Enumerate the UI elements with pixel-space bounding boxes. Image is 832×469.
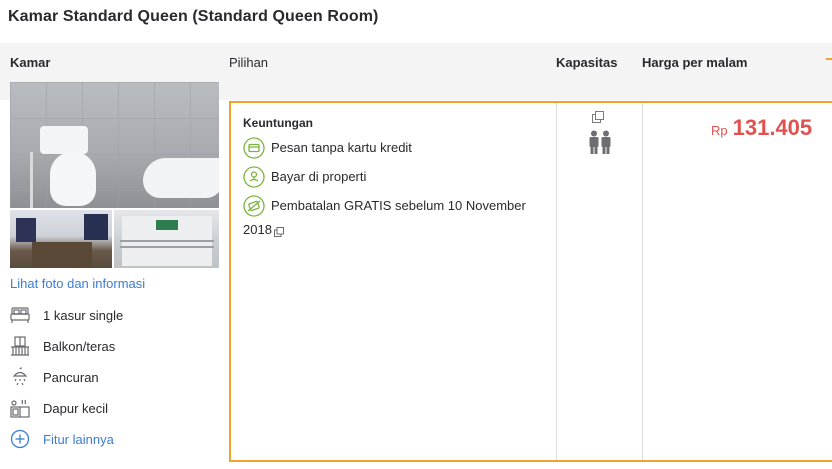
- external-link-icon[interactable]: [273, 225, 284, 237]
- room-option-card: [229, 101, 832, 462]
- balcony-icon: [10, 336, 30, 356]
- facility-kitchen: Dapur kecil: [10, 397, 108, 419]
- credit-card-icon: [243, 137, 265, 159]
- benefits-heading: Keuntungan: [243, 116, 313, 130]
- benefit-text: Bayar di properti: [271, 169, 367, 184]
- column-header-harga: Harga per malam: [642, 55, 748, 70]
- facility-shower: Pancuran: [10, 366, 99, 388]
- column-header-kamar: Kamar: [10, 55, 51, 70]
- price-amount: 131.405: [732, 115, 813, 140]
- facility-label: Pancuran: [43, 369, 99, 385]
- benefit-text: Pesan tanpa kartu kredit: [271, 140, 412, 155]
- price-per-night: Rp 131.405: [711, 115, 812, 141]
- benefit-text-continued[interactable]: 2018: [243, 222, 284, 237]
- benefit-pay-at-property: Bayar di properti: [243, 166, 366, 188]
- free-cancel-icon: [243, 195, 265, 217]
- bed-icon: [10, 305, 30, 325]
- benefit-text-year: 2018: [243, 222, 272, 237]
- shower-icon: [10, 367, 30, 387]
- benefit-text: Pembatalan GRATIS sebelum 10 November: [271, 198, 526, 213]
- facility-label: 1 kasur single: [43, 307, 124, 323]
- column-header-pilihan: Pilihan: [229, 55, 269, 70]
- column-divider: [642, 103, 643, 460]
- facility-label: Dapur kecil: [43, 400, 109, 416]
- price-currency: Rp: [711, 123, 728, 138]
- room-photo-thumbnail[interactable]: [10, 210, 112, 268]
- column-divider: [556, 103, 557, 460]
- benefit-free-cancellation: Pembatalan GRATIS sebelum 10 November: [243, 195, 526, 217]
- facility-bed: 1 kasur single: [10, 304, 123, 326]
- pay-at-property-icon: [243, 166, 265, 188]
- facility-label: Balkon/teras: [43, 338, 116, 354]
- room-photo-main[interactable]: [10, 82, 219, 208]
- room-photo-thumbnail[interactable]: [114, 210, 219, 268]
- facility-balcony: Balkon/teras: [10, 335, 115, 357]
- view-photos-link[interactable]: Lihat foto dan informasi: [10, 276, 145, 291]
- column-header-kapasitas: Kapasitas: [556, 55, 618, 70]
- benefit-no-credit-card: Pesan tanpa kartu kredit: [243, 137, 412, 159]
- two-persons-icon: [588, 130, 612, 154]
- kitchen-icon: [10, 398, 30, 418]
- more-features-label[interactable]: Fitur lainnya: [43, 432, 114, 447]
- more-features-link[interactable]: Fitur lainnya: [10, 428, 114, 450]
- capacity-info-icon[interactable]: [592, 110, 604, 123]
- plus-circle-icon: [10, 429, 30, 449]
- selected-column-edge: [826, 58, 832, 80]
- room-title: Kamar Standard Queen (Standard Queen Roo…: [8, 8, 379, 25]
